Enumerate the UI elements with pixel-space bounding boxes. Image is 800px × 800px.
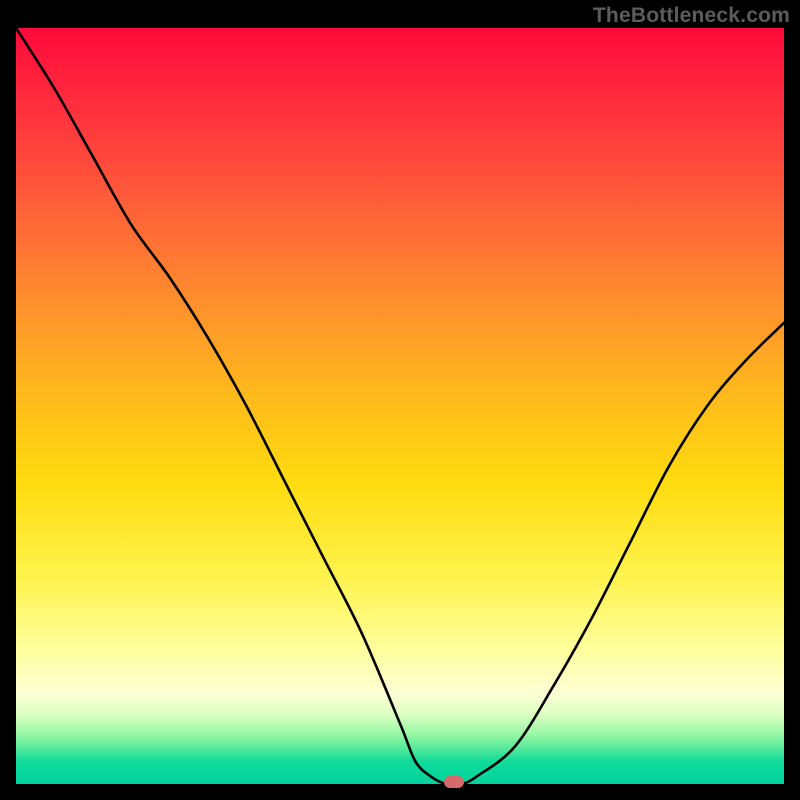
bottleneck-curve — [16, 28, 784, 784]
plot-area — [16, 28, 784, 784]
curve-path — [16, 28, 784, 785]
watermark-text: TheBottleneck.com — [593, 4, 790, 28]
optimal-point-marker — [444, 776, 464, 788]
chart-frame: TheBottleneck.com — [0, 0, 800, 800]
